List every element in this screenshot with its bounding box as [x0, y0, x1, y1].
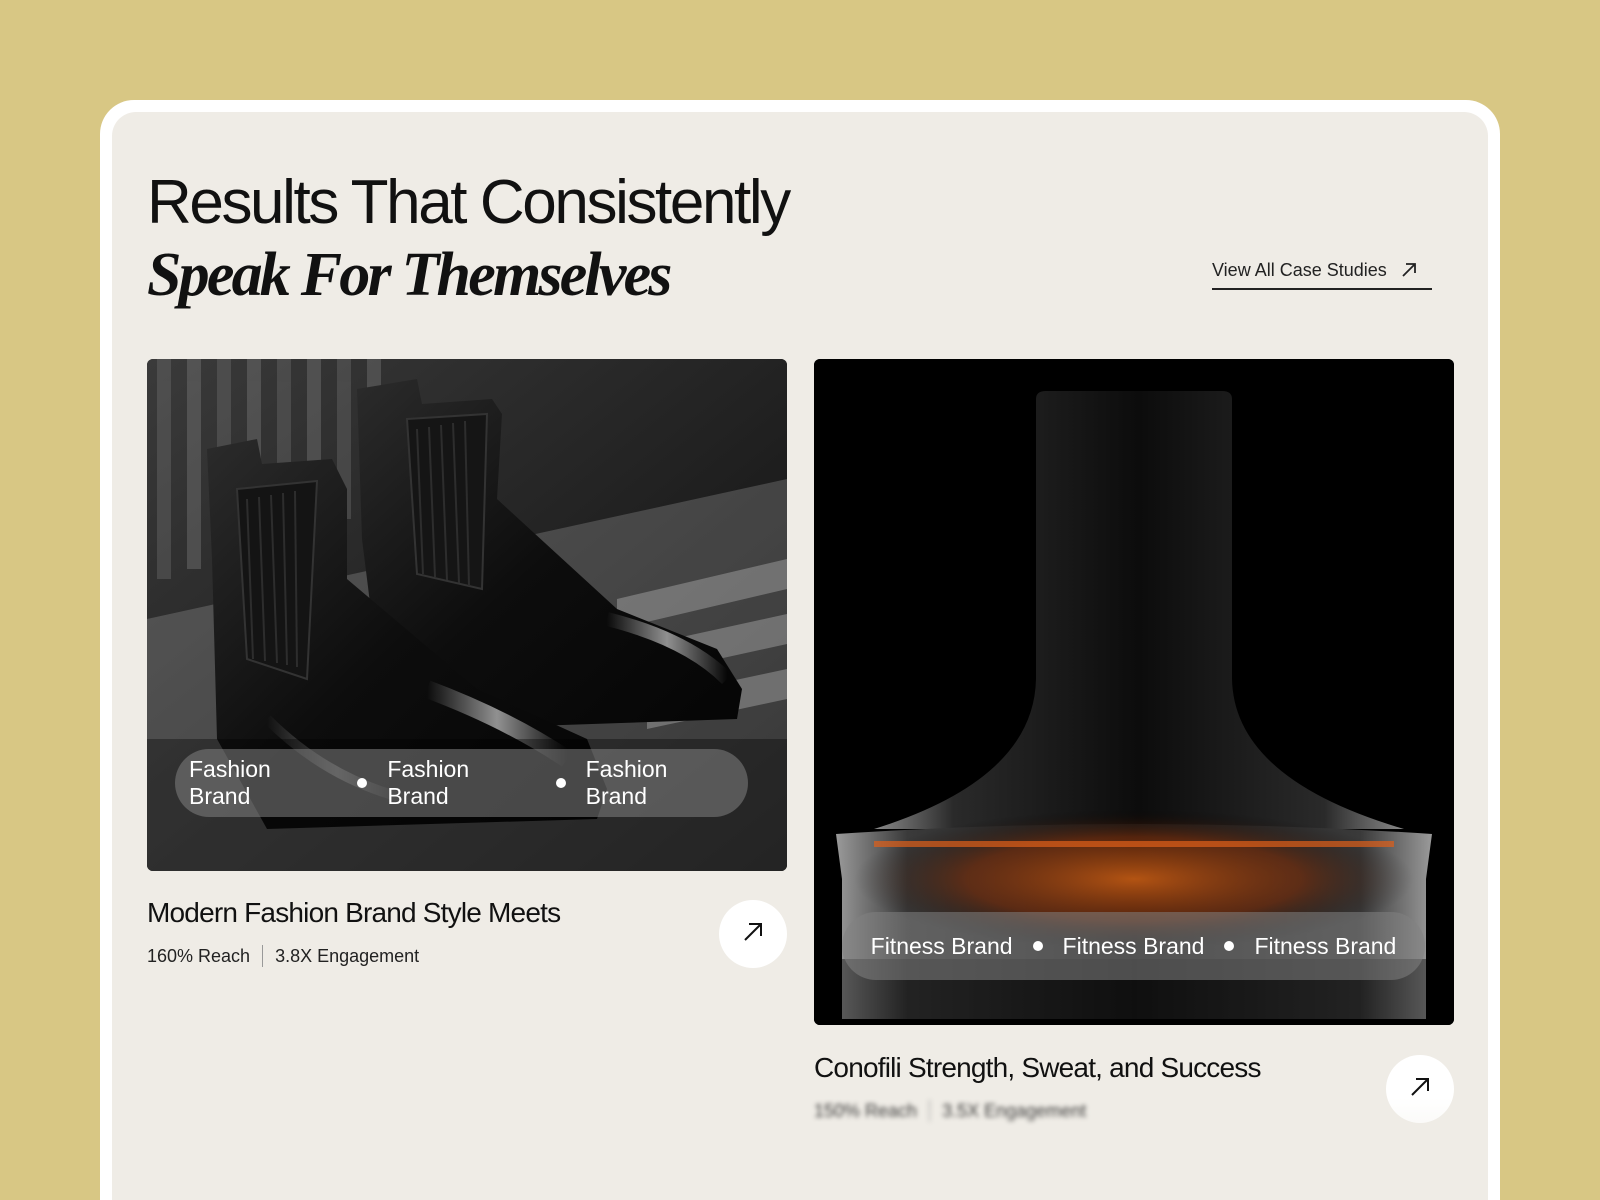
- tag-label: Fashion Brand: [585, 756, 668, 809]
- tag-label: Fitness Brand: [870, 932, 1013, 959]
- separator-dot: [357, 778, 368, 788]
- fitness-tags-pill: Fitness Brand Fitness Brand Fitness Bran…: [842, 912, 1425, 980]
- open-case-study-button[interactable]: [1386, 1055, 1454, 1123]
- arrow-up-right-icon: [1399, 260, 1419, 280]
- engagement-stat: 3.8X Engagement: [275, 945, 420, 966]
- fashion-tags-pill: Fashion Brand Fashion Brand Fashion Bran…: [175, 749, 748, 817]
- case-study-stats: 160% Reach 3.8X Engagement: [147, 945, 419, 967]
- reach-stat: 160% Reach: [147, 945, 251, 966]
- open-case-study-button[interactable]: [719, 900, 787, 968]
- stat-divider: [929, 1100, 931, 1122]
- section-subtitle: Speak For Themselves: [147, 241, 672, 309]
- case-studies-frame: Results That Consistently Speak For Them…: [100, 100, 1500, 1200]
- case-study-stats: 150% Reach 3.5X Engagement: [814, 1100, 1086, 1122]
- tag-label: Fashion Brand: [387, 756, 470, 809]
- arrow-up-right-icon: [740, 919, 766, 950]
- view-all-label: View All Case Studies: [1212, 259, 1387, 280]
- separator-dot: [1032, 941, 1043, 951]
- tag-label: Fitness Brand: [1254, 932, 1397, 959]
- case-studies-section: Results That Consistently Speak For Them…: [112, 112, 1488, 1200]
- view-all-case-studies-link[interactable]: View All Case Studies: [1212, 252, 1432, 290]
- stat-divider: [262, 945, 264, 967]
- separator-dot: [1224, 941, 1235, 951]
- case-study-title[interactable]: Modern Fashion Brand Style Meets: [147, 897, 561, 929]
- case-study-title[interactable]: Conofili Strength, Sweat, and Success: [814, 1052, 1261, 1084]
- reach-stat: 150% Reach: [814, 1100, 918, 1121]
- engagement-stat: 3.5X Engagement: [942, 1100, 1087, 1121]
- arrow-up-right-icon: [1407, 1074, 1433, 1105]
- bottom-fade-overlay: [112, 1098, 1488, 1200]
- boots-case-study-image[interactable]: Fashion Brand Fashion Brand Fashion Bran…: [147, 359, 787, 871]
- section-title: Results That Consistently: [147, 168, 791, 237]
- separator-dot: [555, 778, 566, 788]
- tag-label: Fashion Brand: [189, 756, 271, 809]
- tag-label: Fitness Brand: [1062, 932, 1205, 959]
- bottle-case-study-image[interactable]: Fitness Brand Fitness Brand Fitness Bran…: [814, 359, 1454, 1025]
